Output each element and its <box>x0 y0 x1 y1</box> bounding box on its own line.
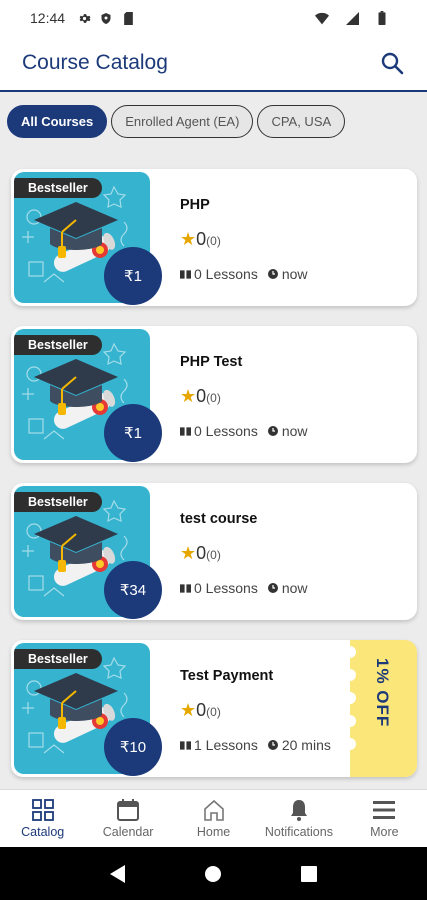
nav-label: Calendar <box>102 825 154 839</box>
calendar-icon <box>116 798 140 822</box>
nav-label: More <box>370 825 399 839</box>
price-badge: ₹10 <box>104 718 162 776</box>
course-title: PHP Test <box>180 354 243 370</box>
signal-icon <box>345 11 359 25</box>
chip-label: Enrolled Agent (EA) <box>125 114 240 129</box>
book-icon <box>180 426 191 437</box>
rating-value: 0 <box>196 543 207 563</box>
recents-icon[interactable] <box>298 863 320 885</box>
duration: 20 mins <box>281 737 331 753</box>
discount-label: 1% OFF <box>373 658 392 728</box>
rating-count: (0) <box>206 548 221 562</box>
chip-label: All Courses <box>21 114 94 129</box>
course-meta: 0 Lessons now <box>180 423 308 439</box>
course-title: PHP <box>180 197 210 213</box>
bestseller-badge: Bestseller <box>14 335 102 355</box>
chip-label: CPA, USA <box>271 114 332 129</box>
course-rating: ★ 0 (0) <box>180 543 221 564</box>
nav-more[interactable]: More <box>342 790 427 847</box>
star-icon: ★ <box>180 386 197 406</box>
course-meta: 0 Lessons now <box>180 266 308 282</box>
star-icon: ★ <box>180 543 197 563</box>
lessons-count: 0 Lessons <box>194 580 258 596</box>
menu-icon <box>372 798 396 822</box>
star-icon: ★ <box>180 229 197 249</box>
course-card[interactable]: Bestseller ₹34 test course ★ 0 (0) 0 Les… <box>11 483 417 620</box>
app-bar: Course Catalog <box>0 36 427 92</box>
home-icon <box>202 798 226 822</box>
bell-icon <box>287 798 311 822</box>
course-rating: ★ 0 (0) <box>180 229 221 250</box>
rating-count: (0) <box>206 391 221 405</box>
lessons-count: 0 Lessons <box>194 423 258 439</box>
sd-card-icon <box>121 11 135 25</box>
clock-icon <box>267 582 279 594</box>
course-rating: ★ 0 (0) <box>180 386 221 407</box>
course-title: Test Payment <box>180 668 274 684</box>
course-card[interactable]: Bestseller ₹1 PHP Test ★ 0 (0) 0 Lessons… <box>11 326 417 463</box>
lessons-count: 1 Lessons <box>194 737 258 753</box>
nav-notifications[interactable]: Notifications <box>256 790 341 847</box>
course-card[interactable]: Bestseller ₹10 Test Payment ★ 0 (0) 1 Le… <box>11 640 417 777</box>
battery-icon <box>375 11 389 25</box>
discount-ribbon: 1% OFF <box>344 640 417 777</box>
bestseller-badge: Bestseller <box>14 178 102 198</box>
nav-label: Home <box>196 825 231 839</box>
system-navigation-bar <box>0 847 427 900</box>
chip-enrolled-agent[interactable]: Enrolled Agent (EA) <box>111 105 254 138</box>
duration: now <box>281 580 308 596</box>
duration: now <box>281 266 308 282</box>
course-rating: ★ 0 (0) <box>180 700 221 721</box>
clock-icon <box>267 268 279 280</box>
price-badge: ₹34 <box>104 561 162 619</box>
rating-value: 0 <box>196 700 207 720</box>
search-icon[interactable] <box>379 50 405 76</box>
star-icon: ★ <box>180 700 197 720</box>
bottom-navigation: Catalog Calendar Home Notifications More <box>0 789 427 847</box>
shield-icon <box>99 11 113 25</box>
book-icon <box>180 269 191 280</box>
bestseller-badge: Bestseller <box>14 492 102 512</box>
clock-icon <box>267 739 279 751</box>
home-button-icon[interactable] <box>202 863 224 885</box>
rating-count: (0) <box>206 705 221 719</box>
price-badge: ₹1 <box>104 247 162 305</box>
course-meta: 1 Lessons 20 mins <box>180 737 331 753</box>
course-card[interactable]: Bestseller ₹1 PHP ★ 0 (0) 0 Lessons now <box>11 169 417 306</box>
bestseller-badge: Bestseller <box>14 649 102 669</box>
price-badge: ₹1 <box>104 404 162 462</box>
back-icon[interactable] <box>107 863 129 885</box>
nav-home[interactable]: Home <box>171 790 256 847</box>
chip-all-courses[interactable]: All Courses <box>7 105 108 138</box>
filter-chips: All Courses Enrolled Agent (EA) CPA, USA <box>7 105 346 138</box>
nav-label: Notifications <box>264 825 333 839</box>
rating-value: 0 <box>196 386 207 406</box>
rating-value: 0 <box>196 229 207 249</box>
grid-icon <box>31 798 55 822</box>
settings-icon <box>77 11 91 25</box>
book-icon <box>180 583 191 594</box>
nav-calendar[interactable]: Calendar <box>85 790 170 847</box>
nav-catalog[interactable]: Catalog <box>0 790 85 847</box>
nav-label: Catalog <box>21 825 65 839</box>
wifi-icon <box>315 11 329 25</box>
chip-cpa-usa[interactable]: CPA, USA <box>257 105 346 138</box>
clock-icon <box>267 425 279 437</box>
duration: now <box>281 423 308 439</box>
book-icon <box>180 740 191 751</box>
status-time: 12:44 <box>30 10 66 26</box>
page-title: Course Catalog <box>22 51 168 74</box>
lessons-count: 0 Lessons <box>194 266 258 282</box>
course-meta: 0 Lessons now <box>180 580 308 596</box>
rating-count: (0) <box>206 234 221 248</box>
course-title: test course <box>180 511 258 527</box>
status-bar: 12:44 <box>0 0 427 36</box>
